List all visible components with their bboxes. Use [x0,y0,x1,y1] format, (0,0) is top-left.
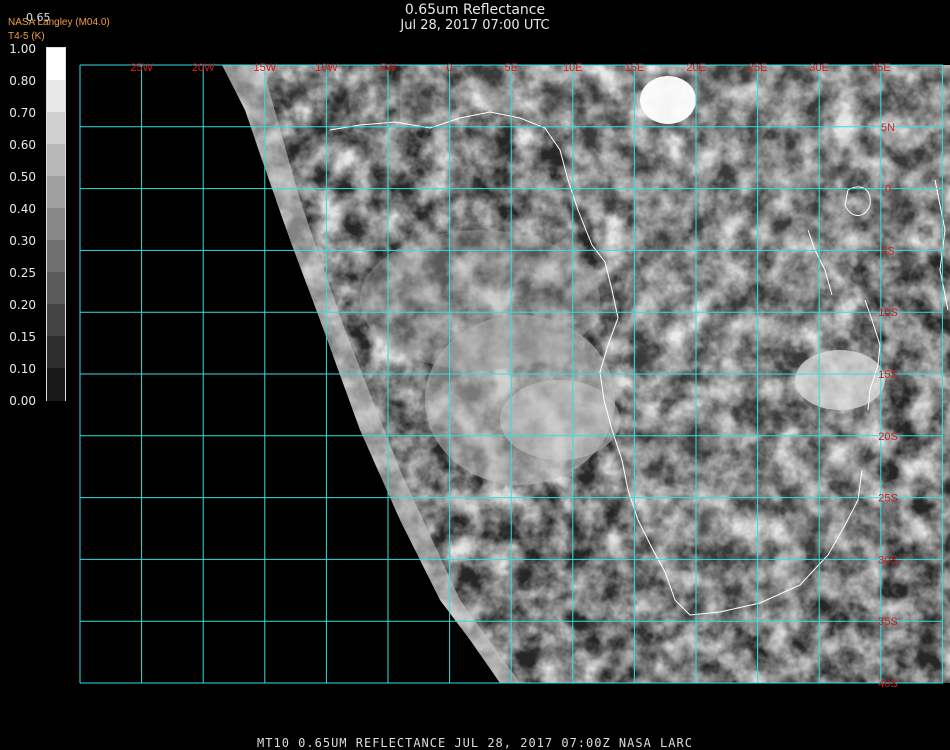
longitude-label: 25E [748,62,768,74]
latitude-label: 40S [878,678,898,690]
latitude-label: 25S [878,493,898,505]
longitude-label: 20E [686,62,706,74]
latitude-label: 15S [878,369,898,381]
longitude-label: 5E [504,62,517,74]
earth-imagery [222,65,950,683]
longitude-label: 10W [315,62,338,74]
latitude-label: 5S [881,245,894,257]
longitude-label: 20W [192,62,215,74]
satellite-map: 25W 20W 15W 10W 5W 0 5E 10E 15E 20E 25E 30E 35E 5N 0 5S… [79,62,950,690]
longitude-label: 10E [563,62,583,74]
longitude-label: 30E [809,62,829,74]
longitude-label: 25W [130,62,153,74]
latitude-label: 10S [878,307,898,319]
longitude-label: 15E [625,62,645,74]
footer-caption: MT10 0.65UM REFLECTANCE JUL 28, 2017 07:… [257,736,693,750]
latitude-label: 0 [885,184,891,196]
latitude-label: 20S [878,431,898,443]
longitude-label: 0 [447,62,453,74]
longitude-label: 5W [380,62,397,74]
latitude-label: 35S [878,616,898,628]
longitude-label: 35E [871,62,891,74]
latitude-label: 5N [881,122,895,134]
longitude-label: 15W [253,62,276,74]
latitude-label: 30S [878,554,898,566]
